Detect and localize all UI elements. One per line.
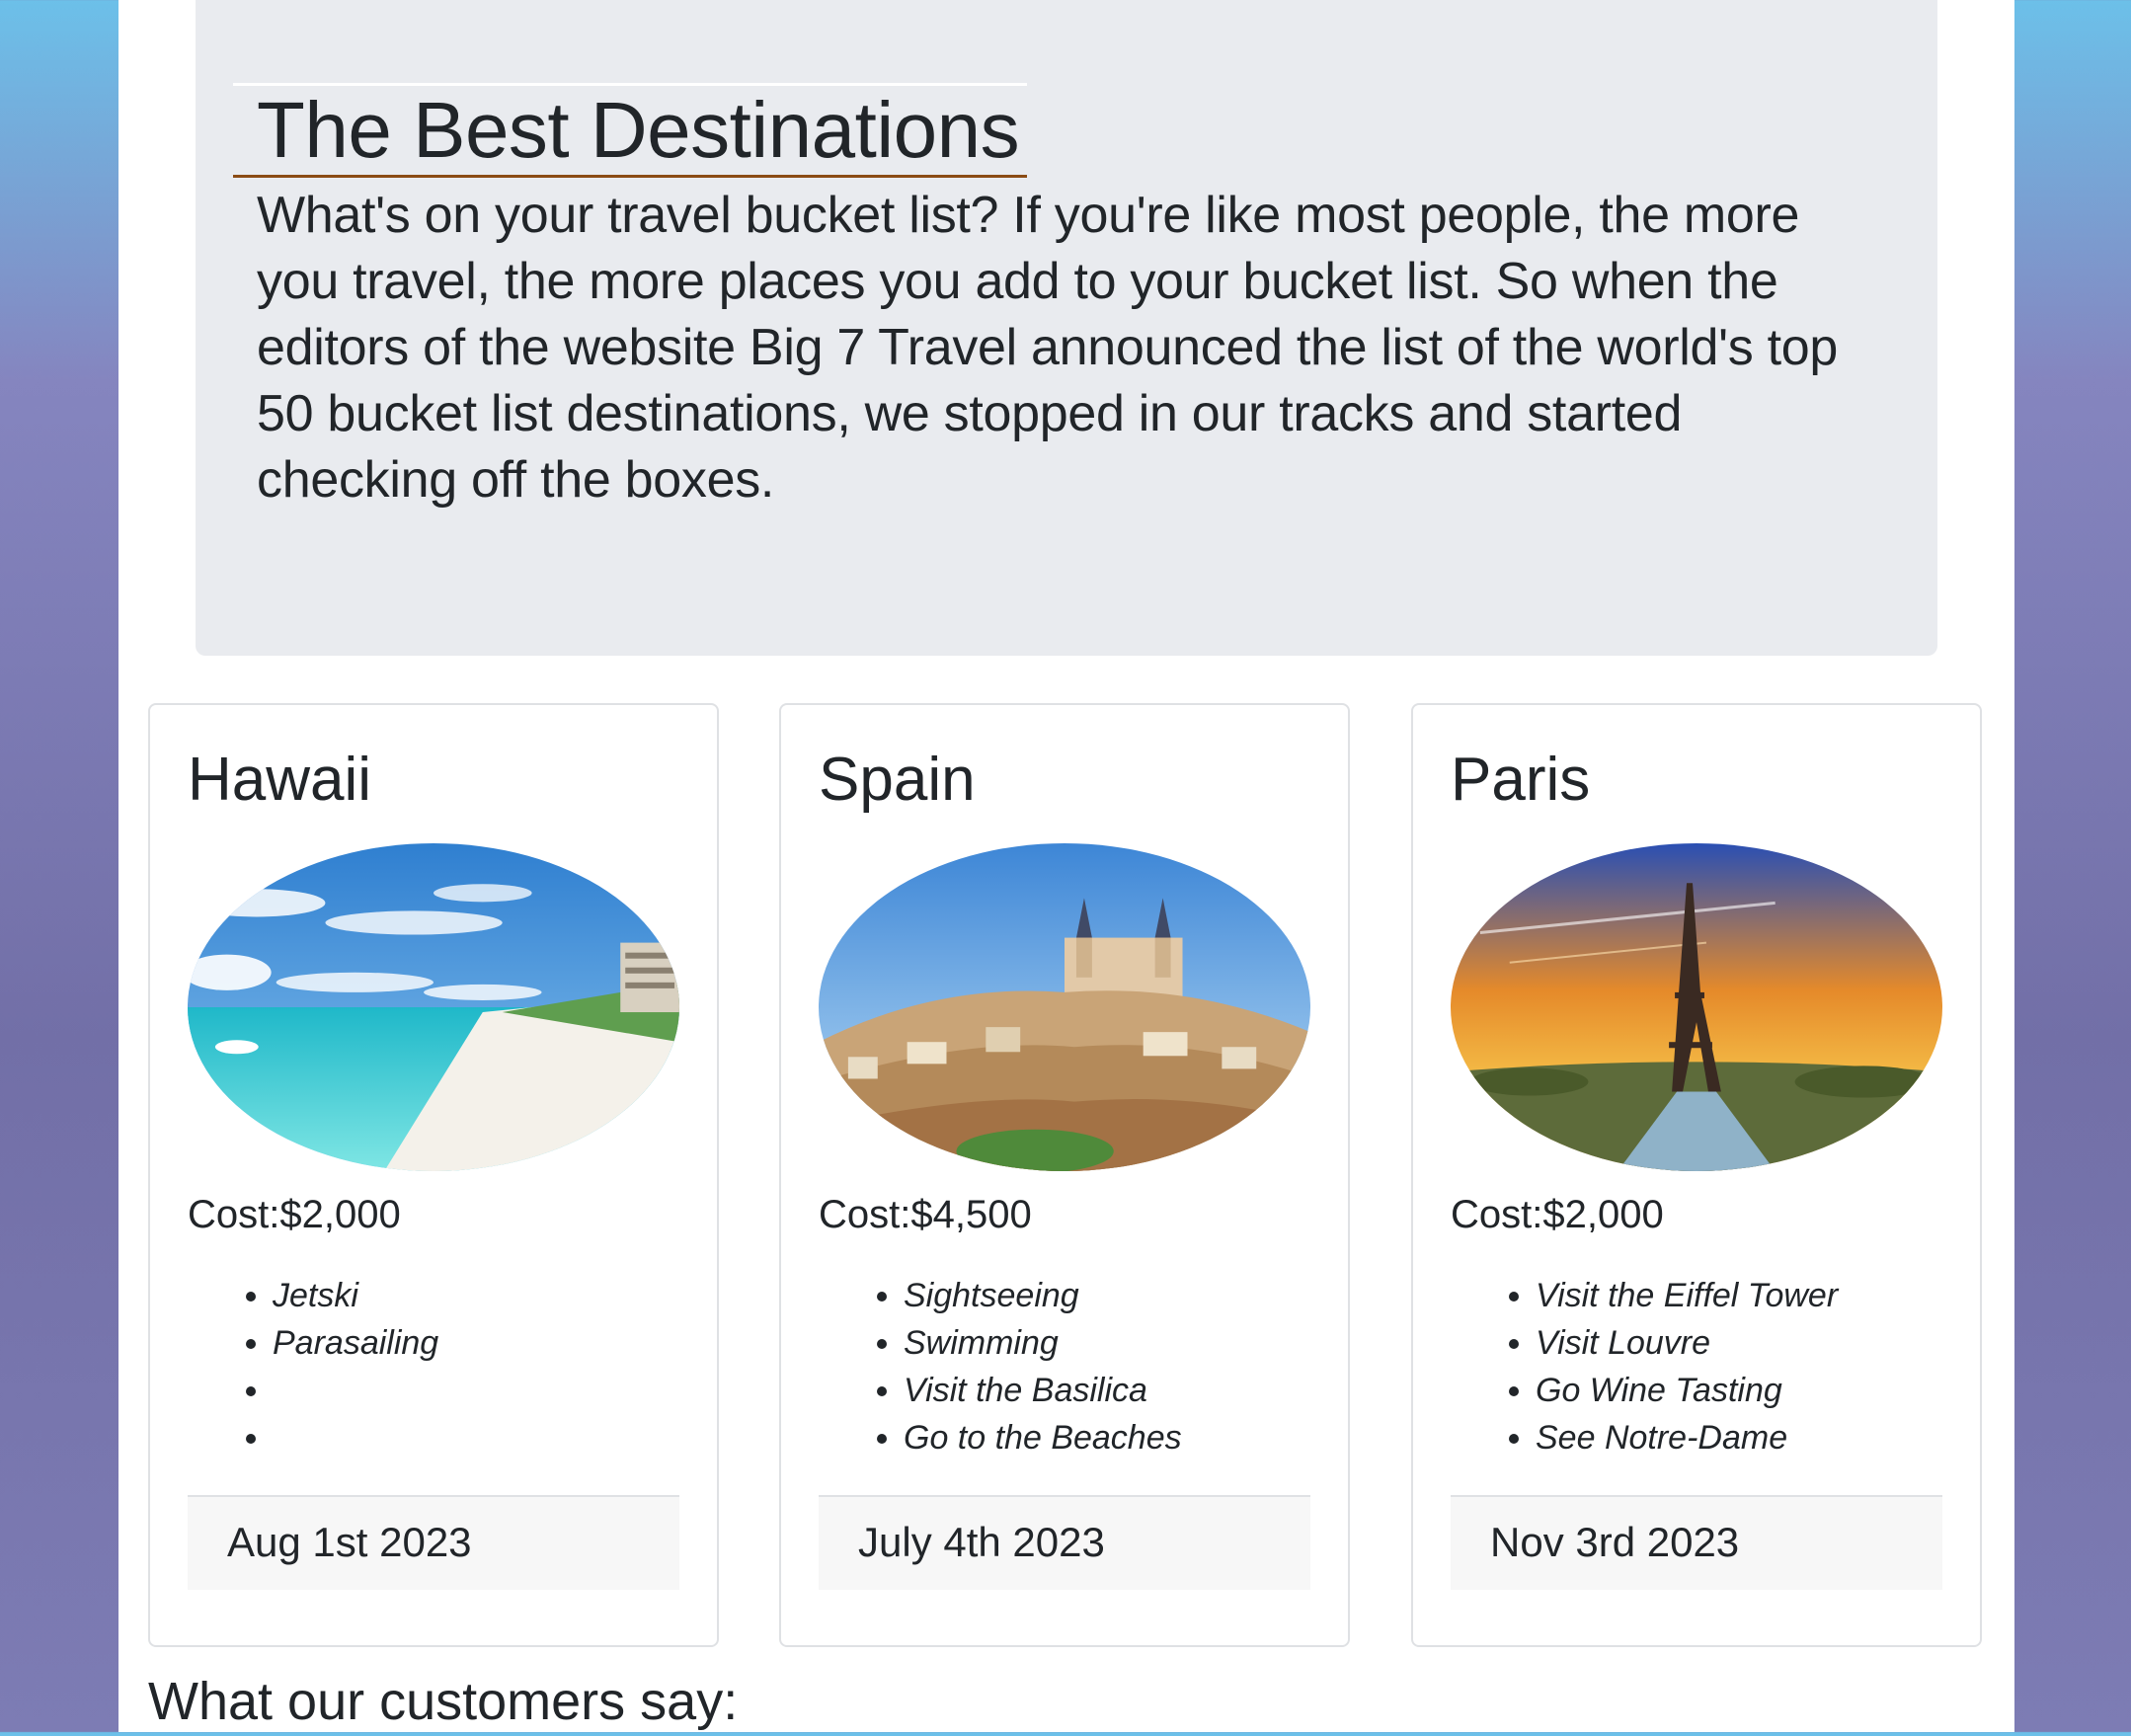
activity-item: See Notre-Dame	[1536, 1414, 1838, 1461]
activity-item: Parasailing	[273, 1319, 438, 1367]
activity-item: Sightseeing	[904, 1272, 1182, 1319]
activity-item: Swimming	[904, 1319, 1182, 1367]
activity-list: Jetski Parasailing	[233, 1272, 438, 1461]
destination-card-spain: Spain Cost:$4,500 • Sightseeing • Swimmi…	[779, 703, 1350, 1647]
page-container: The Best Destinations What's on your tra…	[118, 0, 2014, 1732]
reviews-heading: What our customers say:	[148, 1672, 739, 1731]
card-title: Paris	[1451, 746, 1591, 814]
activity-item	[273, 1367, 438, 1414]
destination-card-hawaii: Hawaii Cost:$2,000 • Jetski • Parasailin…	[148, 703, 719, 1647]
beach-photo	[188, 843, 679, 1171]
card-date: Aug 1st 2023	[188, 1495, 679, 1590]
card-cost: Cost:$2,000	[188, 1193, 401, 1236]
card-cost: Cost:$2,000	[1451, 1193, 1664, 1236]
card-cost: Cost:$4,500	[819, 1193, 1032, 1236]
activity-item: Go Wine Tasting	[1536, 1367, 1838, 1414]
card-date: Nov 3rd 2023	[1451, 1495, 1942, 1590]
page-title: The Best Destinations	[233, 83, 1028, 178]
card-title: Spain	[819, 746, 976, 814]
activity-item: Visit the Basilica	[904, 1367, 1182, 1414]
eiffel-tower-photo	[1451, 843, 1942, 1171]
activity-item: Visit Louvre	[1536, 1319, 1838, 1367]
activity-list: Sightseeing Swimming Visit the Basilica …	[864, 1272, 1182, 1461]
hero-description: What's on your travel bucket list? If yo…	[257, 187, 1838, 509]
activity-item: Jetski	[273, 1272, 438, 1319]
city-photo	[819, 843, 1310, 1171]
activity-item	[273, 1414, 438, 1461]
activity-item: Go to the Beaches	[904, 1414, 1182, 1461]
card-date: July 4th 2023	[819, 1495, 1310, 1590]
destination-card-paris: Paris Cost:$2,000 • Visit the Eiffel Tow…	[1411, 703, 1982, 1647]
activity-item: Visit the Eiffel Tower	[1536, 1272, 1838, 1319]
activity-list: Visit the Eiffel Tower Visit Louvre Go W…	[1496, 1272, 1838, 1461]
card-title: Hawaii	[188, 746, 372, 814]
hero-section: The Best Destinations What's on your tra…	[196, 0, 1937, 656]
